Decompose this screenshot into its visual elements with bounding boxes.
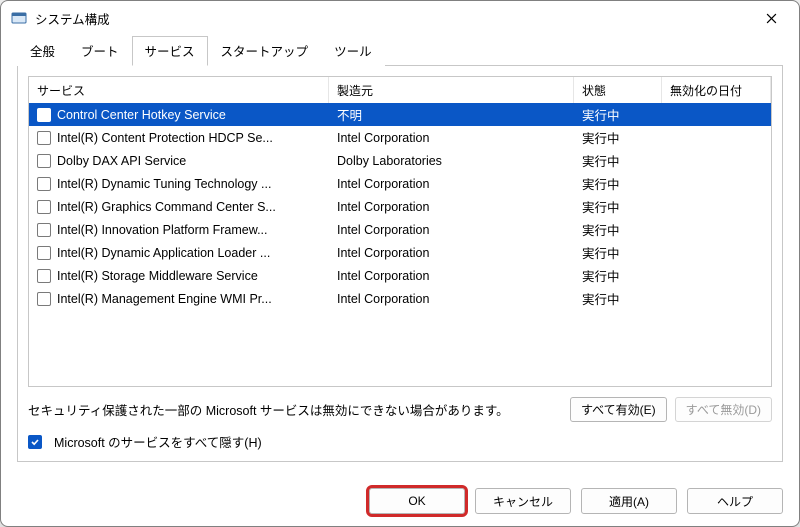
service-disabled-date — [662, 287, 771, 310]
column-manufacturer[interactable]: 製造元 — [329, 77, 574, 103]
service-manufacturer: Intel Corporation — [329, 264, 574, 287]
service-manufacturer: Intel Corporation — [329, 241, 574, 264]
tab-strip: 全般ブートサービススタートアップツール — [17, 39, 783, 65]
service-name: Dolby DAX API Service — [57, 154, 186, 168]
security-note: セキュリティ保護された一部の Microsoft サービスは無効にできない場合が… — [28, 400, 509, 419]
service-disabled-date — [662, 103, 771, 126]
service-row[interactable]: Intel(R) Management Engine WMI Pr... Inte… — [29, 287, 771, 310]
service-row[interactable]: Intel(R) Storage Middleware Service Intel… — [29, 264, 771, 287]
service-row[interactable]: Intel(R) Dynamic Application Loader ... I… — [29, 241, 771, 264]
service-manufacturer: Intel Corporation — [329, 126, 574, 149]
service-state: 実行中 — [574, 241, 662, 264]
service-state: 実行中 — [574, 172, 662, 195]
service-state: 実行中 — [574, 126, 662, 149]
content-area: 全般ブートサービススタートアップツール サービス 製造元 状態 無効化の日付 C… — [1, 35, 799, 476]
service-row[interactable]: Dolby DAX API Service Dolby Laboratories実… — [29, 149, 771, 172]
service-state: 実行中 — [574, 195, 662, 218]
below-list-row: セキュリティ保護された一部の Microsoft サービスは無効にできない場合が… — [28, 397, 772, 422]
app-icon — [11, 10, 27, 26]
service-name: Intel(R) Dynamic Tuning Technology ... — [57, 177, 271, 191]
service-row[interactable]: Control Center Hotkey Service 不明実行中 — [29, 103, 771, 126]
service-name: Intel(R) Content Protection HDCP Se... — [57, 131, 273, 145]
column-disabled-date[interactable]: 無効化の日付 — [662, 77, 771, 103]
service-manufacturer: Intel Corporation — [329, 172, 574, 195]
listview-header: サービス 製造元 状態 無効化の日付 — [29, 77, 771, 103]
tab-1[interactable]: ブート — [68, 36, 132, 66]
service-row[interactable]: Intel(R) Content Protection HDCP Se... In… — [29, 126, 771, 149]
service-checkbox[interactable] — [37, 108, 51, 122]
titlebar: システム構成 — [1, 1, 799, 35]
tab-0[interactable]: 全般 — [17, 36, 68, 66]
service-disabled-date — [662, 218, 771, 241]
service-manufacturer: Dolby Laboratories — [329, 149, 574, 172]
hide-microsoft-checkbox-row[interactable]: Microsoft のサービスをすべて隠す(H) — [28, 432, 772, 451]
service-state: 実行中 — [574, 103, 662, 126]
dialog-button-row: OK キャンセル 適用(A) ヘルプ — [1, 476, 799, 526]
service-manufacturer: Intel Corporation — [329, 218, 574, 241]
hide-microsoft-checkbox[interactable] — [28, 435, 42, 449]
services-tab-pane: サービス 製造元 状態 無効化の日付 Control Center Hotkey… — [17, 65, 783, 462]
close-button[interactable] — [749, 3, 793, 33]
cancel-button[interactable]: キャンセル — [475, 488, 571, 514]
enable-all-button[interactable]: すべて有効(E) — [570, 397, 667, 422]
service-state: 実行中 — [574, 218, 662, 241]
service-checkbox[interactable] — [37, 177, 51, 191]
listview-body: Control Center Hotkey Service不明実行中Intel(… — [29, 103, 771, 386]
service-name: Intel(R) Dynamic Application Loader ... — [57, 246, 270, 260]
column-state[interactable]: 状態 — [574, 77, 662, 103]
services-listview[interactable]: サービス 製造元 状態 無効化の日付 Control Center Hotkey… — [28, 76, 772, 387]
service-disabled-date — [662, 264, 771, 287]
service-name: Intel(R) Management Engine WMI Pr... — [57, 292, 272, 306]
tab-2[interactable]: サービス — [132, 36, 208, 66]
apply-button[interactable]: 適用(A) — [581, 488, 677, 514]
service-name: Control Center Hotkey Service — [57, 108, 226, 122]
msconfig-window: システム構成 全般ブートサービススタートアップツール サービス 製造元 状態 無… — [0, 0, 800, 527]
service-checkbox[interactable] — [37, 223, 51, 237]
service-disabled-date — [662, 195, 771, 218]
service-disabled-date — [662, 241, 771, 264]
service-checkbox[interactable] — [37, 131, 51, 145]
service-row[interactable]: Intel(R) Graphics Command Center S... Int… — [29, 195, 771, 218]
disable-all-button: すべて無効(D) — [675, 397, 772, 422]
service-checkbox[interactable] — [37, 154, 51, 168]
tab-3[interactable]: スタートアップ — [208, 36, 322, 66]
service-checkbox[interactable] — [37, 246, 51, 260]
service-state: 実行中 — [574, 287, 662, 310]
tab-4[interactable]: ツール — [321, 36, 385, 66]
service-state: 実行中 — [574, 149, 662, 172]
service-manufacturer: Intel Corporation — [329, 287, 574, 310]
service-manufacturer: Intel Corporation — [329, 195, 574, 218]
service-row[interactable]: Intel(R) Dynamic Tuning Technology ... In… — [29, 172, 771, 195]
hide-microsoft-label: Microsoft のサービスをすべて隠す(H) — [54, 432, 262, 451]
column-service[interactable]: サービス — [29, 77, 329, 103]
service-state: 実行中 — [574, 264, 662, 287]
service-name: Intel(R) Innovation Platform Framew... — [57, 223, 268, 237]
service-checkbox[interactable] — [37, 292, 51, 306]
service-checkbox[interactable] — [37, 269, 51, 283]
service-name: Intel(R) Graphics Command Center S... — [57, 200, 276, 214]
service-disabled-date — [662, 149, 771, 172]
service-checkbox[interactable] — [37, 200, 51, 214]
window-title: システム構成 — [35, 9, 110, 28]
ok-button[interactable]: OK — [369, 488, 465, 514]
close-icon — [766, 13, 777, 24]
service-disabled-date — [662, 126, 771, 149]
service-manufacturer: 不明 — [329, 103, 574, 126]
help-button[interactable]: ヘルプ — [687, 488, 783, 514]
service-name: Intel(R) Storage Middleware Service — [57, 269, 258, 283]
service-disabled-date — [662, 172, 771, 195]
service-row[interactable]: Intel(R) Innovation Platform Framew... In… — [29, 218, 771, 241]
